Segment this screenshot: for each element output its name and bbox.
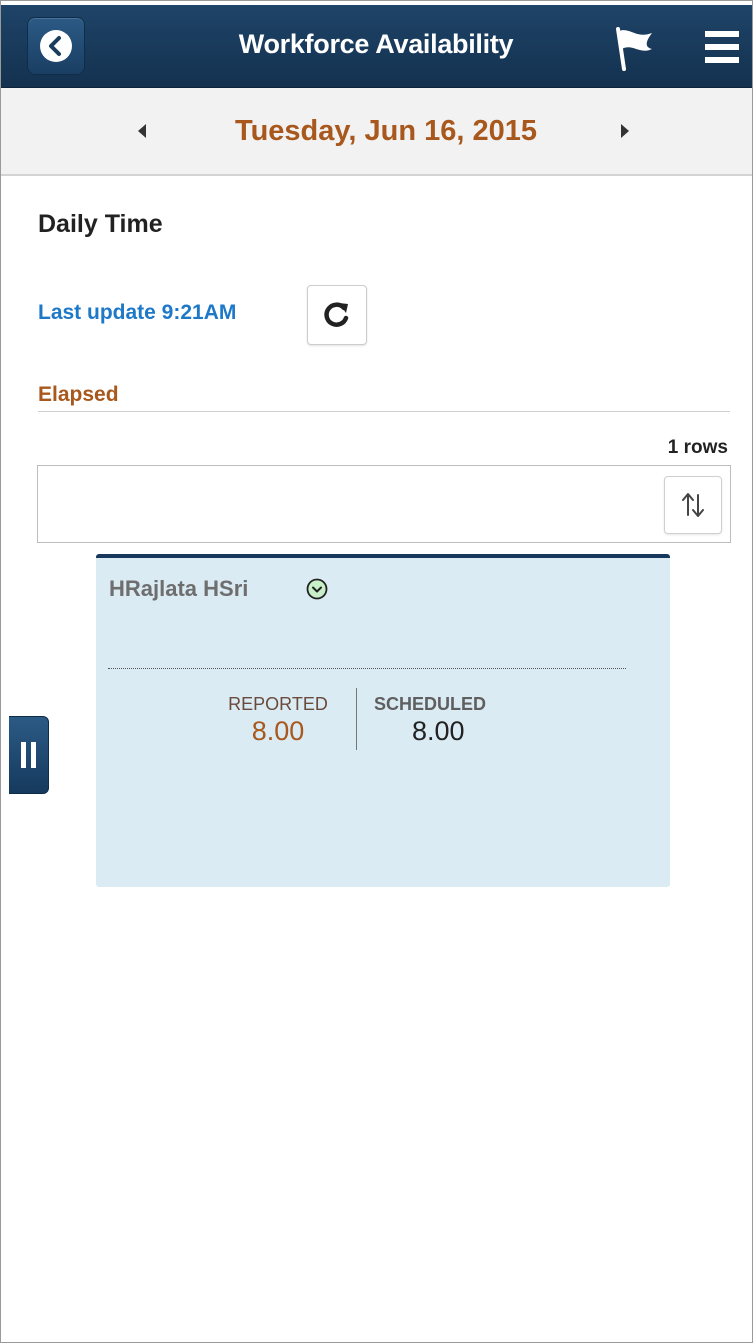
reported-label: REPORTED <box>228 694 328 714</box>
group-divider <box>38 411 730 412</box>
refresh-icon <box>324 302 349 327</box>
flag-icon <box>616 27 652 71</box>
employee-name: HRajlata HSri <box>109 576 249 601</box>
employee-card[interactable]: HRajlata HSri REPORTED 8.00 SCHEDULED 8.… <box>96 554 670 887</box>
scheduled-value: 8.00 <box>412 716 465 746</box>
page-frame: Workforce Availability Tuesday, Jun 16, … <box>0 0 753 1343</box>
pause-bars-icon <box>21 742 36 768</box>
chevron-down-circle-icon-svg <box>306 578 328 600</box>
sort-icon <box>682 493 704 517</box>
caret-left-icon <box>138 124 146 138</box>
section-title: Daily Time <box>38 210 163 238</box>
card-divider <box>108 668 626 669</box>
last-update-text: Last update 9:21AM <box>38 301 237 324</box>
scheduled-label: SCHEDULED <box>374 694 487 714</box>
date-navigation-bar: Tuesday, Jun 16, 2015 <box>1 88 752 176</box>
flag-button[interactable] <box>612 25 656 71</box>
menu-button[interactable] <box>703 30 741 64</box>
refresh-button[interactable] <box>307 285 367 345</box>
sort-button[interactable] <box>664 476 722 534</box>
reported-value: 8.00 <box>251 716 305 746</box>
chevron-left-icon-svg <box>49 36 61 56</box>
chevron-left-icon <box>40 30 72 62</box>
hamburger-menu-icon <box>705 31 739 63</box>
caret-right-icon <box>621 124 629 138</box>
back-button[interactable] <box>27 17 85 75</box>
current-date[interactable]: Tuesday, Jun 16, 2015 <box>181 115 591 148</box>
group-label-elapsed: Elapsed <box>38 383 119 406</box>
chevron-down-circle-icon[interactable] <box>306 578 328 600</box>
next-date-button[interactable] <box>610 116 640 146</box>
previous-date-button[interactable] <box>127 116 157 146</box>
rows-count: 1 rows <box>667 437 728 458</box>
page-title: Workforce Availability <box>238 29 514 59</box>
metric-separator <box>356 688 357 750</box>
grid-toolbar <box>37 465 731 543</box>
app-header: Workforce Availability <box>1 5 752 88</box>
side-pane-toggle-button[interactable] <box>9 716 49 794</box>
